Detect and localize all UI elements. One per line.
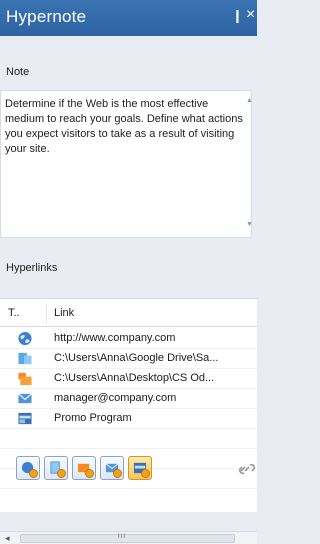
link-text: Promo Program: [54, 412, 132, 424]
program-icon: [18, 412, 32, 425]
column-header-link[interactable]: Link: [54, 307, 74, 319]
grid-header: T.. Link: [0, 299, 257, 327]
add-email-button[interactable]: [100, 456, 124, 480]
plus-icon: [85, 469, 94, 478]
table-row[interactable]: http://www.company.com: [0, 329, 257, 349]
scroll-up-icon[interactable]: ▲: [246, 97, 253, 104]
note-text[interactable]: Determine if the Web is the most effecti…: [5, 97, 245, 157]
file-icon: [18, 352, 32, 365]
link-chain-icon[interactable]: [237, 459, 257, 479]
scrollbar-grip: III: [118, 534, 127, 540]
plus-icon: [113, 469, 122, 478]
scroll-left-icon[interactable]: ◂: [5, 533, 10, 544]
folder-icon: [18, 372, 32, 386]
table-row-empty: [0, 429, 257, 449]
link-text: http://www.company.com: [54, 332, 176, 344]
close-icon[interactable]: ×: [246, 6, 255, 24]
note-textarea[interactable]: Determine if the Web is the most effecti…: [0, 90, 253, 238]
table-row[interactable]: C:\Users\Anna\Desktop\CS Od...: [0, 369, 257, 389]
panel-title: Hypernote: [6, 7, 87, 26]
panel-title-bar: Hypernote ❙ ×: [0, 0, 257, 36]
add-url-button[interactable]: [16, 456, 40, 480]
pin-icon[interactable]: ❙: [232, 8, 243, 24]
link-text: C:\Users\Anna\Google Drive\Sa...: [54, 352, 219, 364]
add-file-button[interactable]: [44, 456, 68, 480]
hyperlinks-grid[interactable]: T.. Link http://www.company.com C:\Users…: [0, 298, 257, 512]
add-folder-button[interactable]: [72, 456, 96, 480]
plus-icon: [141, 469, 150, 478]
scroll-down-icon[interactable]: ▼: [246, 221, 253, 228]
table-row[interactable]: Promo Program: [0, 409, 257, 429]
plus-icon: [29, 469, 38, 478]
plus-icon: [57, 469, 66, 478]
column-header-type[interactable]: T..: [8, 307, 20, 319]
note-label: Note: [6, 66, 30, 78]
add-program-button[interactable]: [128, 456, 152, 480]
link-text: C:\Users\Anna\Desktop\CS Od...: [54, 372, 215, 384]
table-row[interactable]: manager@company.com: [0, 389, 257, 409]
mail-icon: [18, 393, 32, 404]
hyperlinks-label: Hyperlinks: [6, 262, 58, 274]
globe-icon: [18, 331, 32, 346]
column-divider[interactable]: [46, 303, 47, 323]
scrollbar-thumb[interactable]: [20, 534, 235, 543]
horizontal-scrollbar[interactable]: ◂ III: [0, 531, 257, 544]
link-text: manager@company.com: [54, 392, 177, 404]
table-row[interactable]: C:\Users\Anna\Google Drive\Sa...: [0, 349, 257, 369]
